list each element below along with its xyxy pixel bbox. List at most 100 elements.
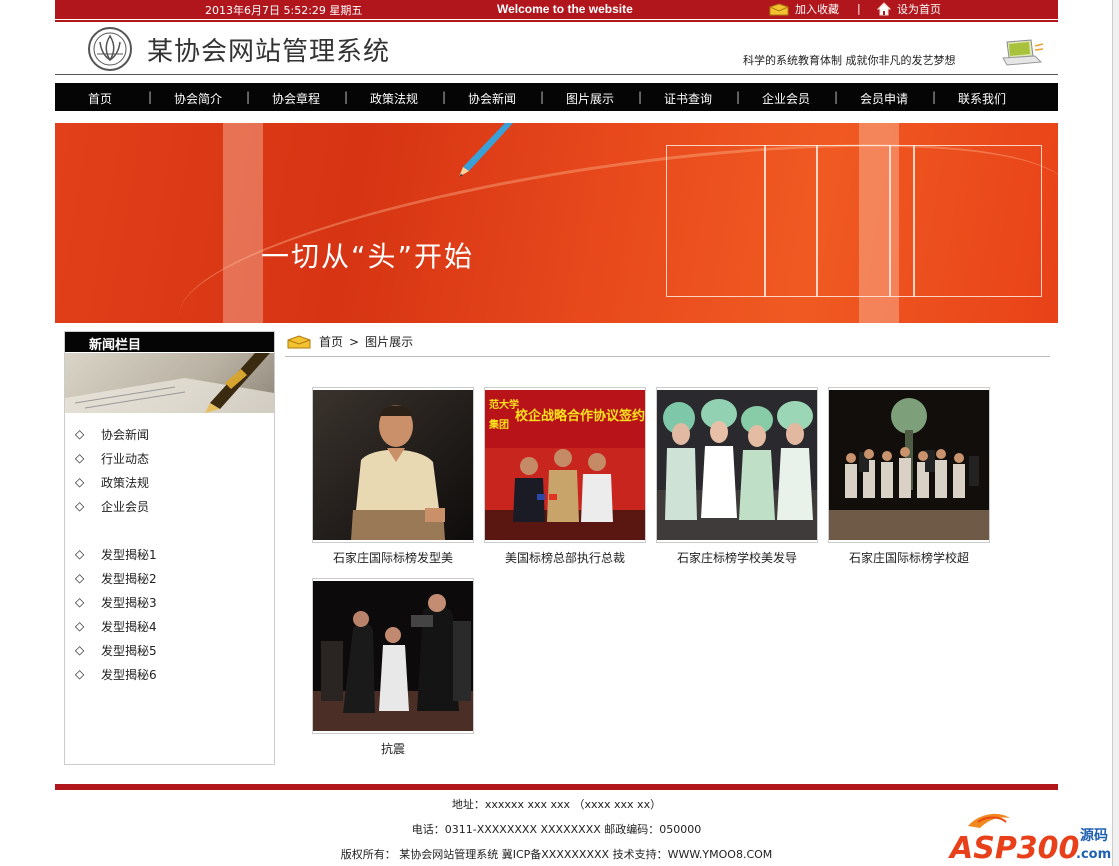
nav-item-about[interactable]: 协会简介 [174, 90, 222, 107]
set-home-link[interactable]: 设为首页 [877, 1, 941, 17]
sidebar-link[interactable]: 政策法规 [101, 474, 149, 491]
photo-thumbnail[interactable] [312, 387, 474, 543]
footer-phone: 电话：0311-XXXXXXXX XXXXXXXX 邮政编码：050000 [411, 823, 702, 836]
asp300-logo-icon: ASP300 源码 .com [948, 813, 1111, 862]
photo-group-night [829, 390, 989, 540]
photo-man-portrait [313, 390, 473, 540]
diamond-bullet-icon: ◇ [75, 427, 85, 441]
breadcrumb-divider [285, 356, 1050, 357]
sidebar-link[interactable]: 行业动态 [101, 450, 149, 467]
nav-item-policy[interactable]: 政策法规 [370, 90, 418, 107]
pencil-icon [459, 123, 513, 177]
photo-earthquake-relief [313, 581, 473, 731]
topbar-separator: | [857, 2, 861, 15]
diamond-bullet-icon: ◇ [75, 667, 85, 681]
nav-separator: | [442, 90, 447, 104]
banner-text-group: 集团 [488, 418, 509, 431]
header-slogan: 科学的系统教育体制 成就你非凡的发艺梦想 [743, 54, 956, 67]
watermark-brand: ASP300 [948, 831, 1079, 862]
diamond-bullet-icon: ◇ [75, 595, 85, 609]
sidebar-title: 新闻栏目 [89, 338, 142, 353]
list-item[interactable]: ◇ 协会新闻 [75, 422, 149, 446]
breadcrumb-home[interactable]: 首页 [319, 333, 343, 350]
sidebar-link[interactable]: 发型揭秘4 [101, 618, 157, 635]
nav-separator: | [834, 90, 839, 104]
sidebar-fountain-pen-image [65, 353, 274, 413]
banner-headline: 一切从“头”开始 [261, 240, 475, 273]
scrollbar[interactable] [1112, 0, 1119, 866]
house-icon [877, 2, 891, 16]
sidebar-link[interactable]: 发型揭秘2 [101, 570, 157, 587]
gallery-item[interactable]: 抗震 [312, 578, 474, 757]
nav-item-apply[interactable]: 会员申请 [860, 90, 908, 107]
laptop-icon [1002, 39, 1043, 66]
sidebar-list-news: ◇ 协会新闻 ◇ 行业动态 ◇ 政策法规 ◇ 企业会员 [75, 422, 149, 518]
photo-caption[interactable]: 石家庄国际标榜发型美 [312, 549, 474, 566]
breadcrumb-arrow-icon: > [349, 334, 360, 349]
list-item[interactable]: ◇ 发型揭秘1 [75, 542, 157, 566]
diamond-bullet-icon: ◇ [75, 571, 85, 585]
envelope-icon [287, 334, 311, 348]
gallery-item[interactable]: 石家庄国际标榜学校超 [828, 387, 990, 566]
photo-thumbnail[interactable]: 范大学 集团 校企战略合作协议签约仪式 [484, 387, 646, 543]
association-logo-icon[interactable] [85, 26, 135, 72]
footer-copyright: 版权所有： 某协会网站管理系统 冀ICP备XXXXXXXXX 技术支持：WWW.… [340, 848, 773, 861]
banner-frame [666, 145, 1042, 297]
top-bar: 2013年6月7日 5:52:29 星期五 Welcome to the web… [55, 0, 1058, 19]
gallery-item[interactable]: 石家庄标榜学校美发导 [656, 387, 818, 566]
photo-hair-models [657, 390, 817, 540]
diamond-bullet-icon: ◇ [75, 619, 85, 633]
sidebar-link[interactable]: 协会新闻 [101, 426, 149, 443]
breadcrumb: 首页 > 图片展示 [287, 333, 413, 350]
list-item[interactable]: ◇ 发型揭秘2 [75, 566, 157, 590]
list-item[interactable]: ◇ 发型揭秘3 [75, 590, 157, 614]
nav-separator: | [540, 90, 545, 104]
watermark-domain: .com [1076, 847, 1111, 862]
set-home-label: 设为首页 [897, 3, 941, 16]
nav-item-news[interactable]: 协会新闻 [468, 90, 516, 107]
photo-caption[interactable]: 石家庄标榜学校美发导 [656, 549, 818, 566]
photo-caption[interactable]: 美国标榜总部执行总裁 [484, 549, 646, 566]
bookmark-link[interactable]: 加入收藏 [769, 1, 839, 17]
photo-caption[interactable]: 石家庄国际标榜学校超 [828, 549, 990, 566]
date-time: 2013年6月7日 5:52:29 星期五 [205, 4, 363, 17]
envelope-icon [769, 2, 789, 15]
diamond-bullet-icon: ◇ [75, 547, 85, 561]
news-sidebar: 新闻栏目 ◇ 协会新闻 ◇ 行业动态 ◇ 政策法规 ◇ 企业会员 ◇ 发型揭秘1 ◇ 发型揭… [64, 331, 275, 765]
photo-thumbnail[interactable] [656, 387, 818, 543]
gallery-item[interactable]: 石家庄国际标榜发型美 [312, 387, 474, 566]
photo-thumbnail[interactable] [312, 578, 474, 734]
hero-banner: 一切从“头”开始 [55, 123, 1058, 323]
nav-item-certificate[interactable]: 证书查询 [664, 90, 712, 107]
list-item[interactable]: ◇ 政策法规 [75, 470, 149, 494]
list-item[interactable]: ◇ 行业动态 [75, 446, 149, 470]
gallery-item[interactable]: 范大学 集团 校企战略合作协议签约仪式 美国标榜总部执行总裁 [484, 387, 646, 566]
sidebar-link[interactable]: 发型揭秘1 [101, 546, 157, 563]
sidebar-link[interactable]: 发型揭秘3 [101, 594, 157, 611]
diamond-bullet-icon: ◇ [75, 451, 85, 465]
welcome-text: Welcome to the website [497, 2, 633, 16]
nav-item-contact[interactable]: 联系我们 [958, 90, 1006, 107]
nav-item-home[interactable]: 首页 [88, 90, 112, 107]
sidebar-link[interactable]: 发型揭秘5 [101, 642, 157, 659]
fountain-pen-icon [65, 353, 274, 413]
list-item[interactable]: ◇ 企业会员 [75, 494, 149, 518]
banner-frame-line [913, 145, 915, 297]
photo-thumbnail[interactable] [828, 387, 990, 543]
sidebar-link[interactable]: 企业会员 [101, 498, 149, 515]
watermark-suffix: 源码 [1080, 827, 1108, 844]
nav-item-charter[interactable]: 协会章程 [272, 90, 320, 107]
list-item[interactable]: ◇ 发型揭秘6 [75, 662, 157, 686]
banner-text-ceremony: 校企战略合作协议签约仪式 [515, 408, 645, 424]
footer-divider [55, 784, 1058, 790]
photo-caption[interactable]: 抗震 [312, 740, 474, 757]
list-item[interactable]: ◇ 发型揭秘4 [75, 614, 157, 638]
nav-item-gallery[interactable]: 图片展示 [566, 90, 614, 107]
nav-separator: | [932, 90, 937, 104]
diamond-bullet-icon: ◇ [75, 475, 85, 489]
sidebar-link[interactable]: 发型揭秘6 [101, 666, 157, 683]
breadcrumb-current: 图片展示 [365, 335, 414, 349]
list-item[interactable]: ◇ 发型揭秘5 [75, 638, 157, 662]
footer-address: 地址：xxxxxx xxx xxx （xxxx xxx xx） [451, 798, 662, 811]
nav-item-members[interactable]: 企业会员 [762, 90, 810, 107]
